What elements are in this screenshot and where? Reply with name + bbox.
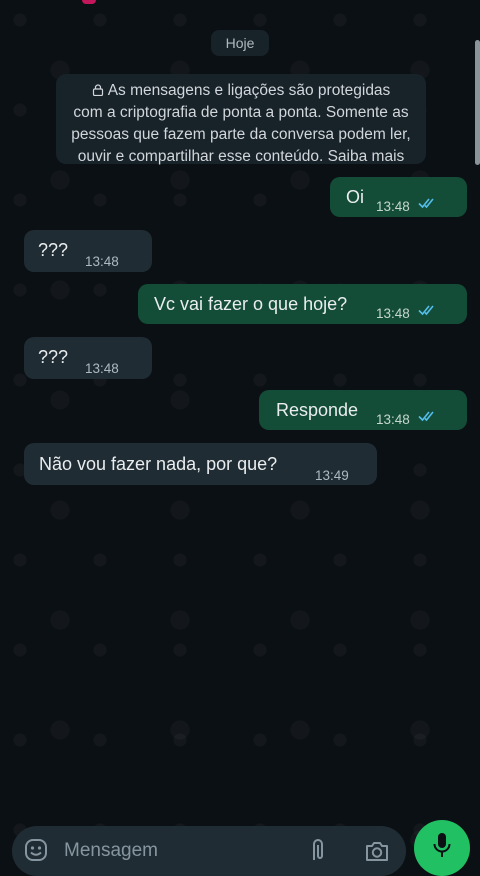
- voice-message-button[interactable]: [414, 820, 470, 876]
- incoming-message[interactable]: ??? 13:48: [24, 337, 152, 379]
- message-time: 13:48: [85, 254, 119, 269]
- lock-icon: [92, 84, 103, 96]
- message-time: 13:49: [315, 468, 349, 483]
- chat-scrollbar[interactable]: [475, 40, 480, 165]
- encryption-notice-line: com a criptografia de ponta a ponta. Som…: [73, 104, 409, 121]
- incoming-message[interactable]: Não vou fazer nada, por que? 13:49: [24, 443, 377, 485]
- message-text: Responde: [276, 400, 359, 420]
- message-text: ???: [38, 240, 69, 260]
- encryption-notice-line: ouvir e compartilhar esse conteúdo. Saib…: [77, 148, 405, 165]
- message-composer[interactable]: Mensagem: [12, 826, 406, 876]
- emoji-icon[interactable]: [24, 838, 48, 862]
- incoming-message[interactable]: ??? 13:48: [24, 230, 152, 272]
- encryption-notice-line: As mensagens e ligações são protegidas: [56, 80, 426, 102]
- message-text: Não vou fazer nada, por que?: [39, 454, 278, 474]
- message-text: Vc vai fazer o que hoje?: [154, 294, 348, 314]
- message-time: 13:48: [376, 306, 410, 321]
- message-time: 13:48: [376, 412, 410, 427]
- status-bar-indicator: [82, 0, 96, 4]
- message-time: 13:48: [376, 199, 410, 214]
- message-text: Oi: [346, 187, 364, 207]
- message-input[interactable]: Mensagem: [64, 840, 158, 862]
- mic-icon: [433, 833, 451, 857]
- attach-icon[interactable]: [308, 838, 328, 862]
- outgoing-message[interactable]: Vc vai fazer o que hoje? 13:48: [138, 284, 467, 324]
- date-separator: Hoje: [211, 30, 269, 56]
- read-receipt-icon: [418, 198, 434, 209]
- read-receipt-icon: [418, 411, 434, 422]
- camera-icon[interactable]: [364, 840, 390, 862]
- outgoing-message[interactable]: Oi 13:48: [330, 177, 467, 217]
- encryption-notice-line: pessoas que fazem parte da conversa pode…: [71, 126, 411, 143]
- message-text: ???: [38, 347, 69, 367]
- read-receipt-icon: [418, 305, 434, 316]
- encryption-notice[interactable]: As mensagens e ligações são protegidas c…: [56, 74, 426, 165]
- message-time: 13:48: [85, 361, 119, 376]
- outgoing-message[interactable]: Responde 13:48: [259, 390, 467, 430]
